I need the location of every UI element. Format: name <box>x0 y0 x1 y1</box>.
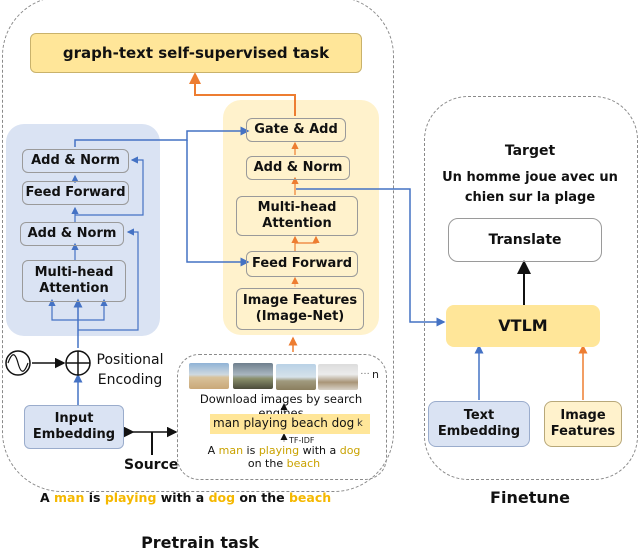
label-line: chien sur la plage <box>464 190 596 205</box>
positional-encoding-label: Positional Encoding <box>92 350 168 390</box>
highlighted-word: playing <box>104 490 157 505</box>
label-line: Multi-head <box>257 200 337 216</box>
highlighted-word: dog <box>208 490 236 505</box>
highlighted-word: dog <box>339 444 361 457</box>
label-line: Embedding <box>437 424 521 439</box>
retrieval-sentence-line2: on the beach <box>194 457 374 470</box>
retrieved-image-thumbnail <box>318 364 358 390</box>
input-embedding-box: Input Embedding <box>24 405 124 449</box>
label-line: Multi-head <box>34 265 114 281</box>
text-multihead-attention: Multi-head Attention <box>22 260 126 302</box>
image-feed-forward: Feed Forward <box>246 251 358 277</box>
label-line: Un homme joue avec un <box>442 170 618 185</box>
sentence-word: with a <box>156 490 209 505</box>
text-add-norm-bottom: Add & Norm <box>20 222 124 246</box>
label-line: Attention <box>262 216 332 231</box>
thumbnail-count-label: n <box>372 368 379 381</box>
sentence-word: on the <box>235 490 289 505</box>
keywords-text: man playing beach dog <box>213 416 355 430</box>
sentence-word: A <box>40 490 55 505</box>
keywords-count-label: k <box>357 418 363 429</box>
sentence-word: on the <box>247 457 287 470</box>
label-line: Encoding <box>97 372 163 388</box>
thumbnail-ellipsis: … <box>360 366 370 377</box>
source-sentence: A man is playing with a dog on the beach <box>40 490 331 505</box>
retrieved-image-thumbnail <box>276 364 316 390</box>
sentence-word: with a <box>299 444 340 457</box>
image-multihead-attention: Multi-head Attention <box>236 196 358 236</box>
sentence-word: A <box>207 444 219 457</box>
retrieved-image-thumbnail <box>233 363 273 389</box>
highlighted-word: man <box>54 490 85 505</box>
highlighted-word: beach <box>286 457 321 470</box>
sentence-word: is <box>243 444 259 457</box>
retrieved-image-thumbnail <box>189 363 229 389</box>
vtlm-box: VTLM <box>446 305 600 347</box>
label-line: Image Features <box>242 293 358 309</box>
text-feed-forward: Feed Forward <box>22 181 129 205</box>
label-line: Input <box>54 411 94 427</box>
label-line: Embedding <box>32 427 116 442</box>
sentence-word: is <box>84 490 105 505</box>
arrow-text-to-gate <box>74 126 250 147</box>
label-line: Text <box>463 408 495 424</box>
retrieval-sentence-line1: A man is playing with a dog <box>194 444 374 457</box>
label-line: Positional <box>96 352 164 368</box>
target-label: Target <box>504 143 556 159</box>
gate-add-box: Gate & Add <box>246 118 346 142</box>
source-label: Source <box>124 457 179 473</box>
image-features-box: Image Features <box>544 401 622 447</box>
pretrain-caption: Pretrain task <box>141 533 259 552</box>
image-features-imagenet: Image Features (Image-Net) <box>236 288 364 330</box>
finetune-caption: Finetune <box>490 488 570 507</box>
highlighted-word: beach <box>288 490 332 505</box>
highlighted-word: man <box>218 444 244 457</box>
arrow-gate-to-task <box>189 72 296 116</box>
image-add-norm-box: Add & Norm <box>246 156 350 180</box>
label-line: Image <box>560 408 606 424</box>
label-line: Attention <box>39 281 109 296</box>
text-add-norm-top: Add & Norm <box>22 149 129 173</box>
translate-box: Translate <box>448 218 602 262</box>
self-supervised-task-box: graph-text self-supervised task <box>30 33 362 73</box>
label-line: Features <box>550 424 616 439</box>
target-sentence: Un homme joue avec un chien sur la plage <box>424 168 636 208</box>
text-embedding-box: Text Embedding <box>428 401 530 447</box>
label-line: (Image-Net) <box>255 309 345 324</box>
highlighted-word: playing <box>258 444 300 457</box>
retrieval-sentence: A man is playing with a dog on the beach <box>194 444 374 470</box>
